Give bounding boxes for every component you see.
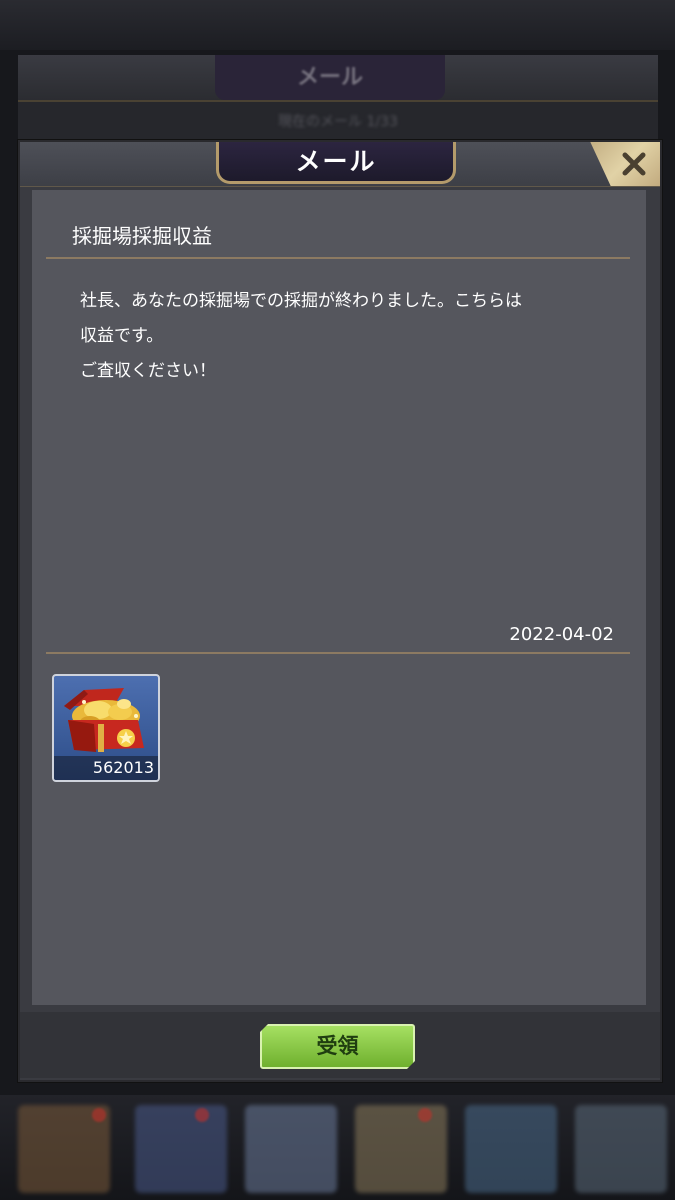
mail-dialog-header: メール [20,142,660,187]
dialog-title: メール [295,147,377,176]
attachment-count: 562013 [54,756,158,780]
receive-button-label: 受領 [316,1034,359,1058]
attachment-item[interactable]: 562013 [52,674,160,782]
background-nav-tile [245,1105,337,1193]
mail-date: 2022-04-02 [509,624,614,645]
mail-body-line: ご査収ください！ [80,361,216,381]
mail-subject: 採掘場採掘収益 [72,224,212,248]
receive-button[interactable]: 受領 [260,1024,415,1069]
background-nav-tile [135,1105,227,1193]
mail-body: 社長、あなたの採掘場での採掘が終わりました。こちらは 収益です。 ご査収ください… [80,284,620,389]
close-x-icon [622,152,646,176]
background-mail-count: 現在のメール 1/33 [18,102,658,142]
divider [46,257,630,259]
background-notification-dot [92,1108,106,1122]
background-top-bar [0,0,675,50]
background-notification-dot [418,1108,432,1122]
background-notification-dot [195,1108,209,1122]
mail-content-panel: 採掘場採掘収益 社長、あなたの採掘場での採掘が終わりました。こちらは 収益です。… [32,190,646,1005]
background-nav-tile [355,1105,447,1193]
close-button[interactable] [590,142,660,186]
background-nav-tile [575,1105,667,1193]
mail-dialog: メール 採掘場採掘収益 社長、あなたの採掘場での採掘が終わりました。こちらは 収… [18,140,662,1082]
mail-body-line: 収益です。 [80,326,164,346]
divider [46,652,630,654]
mail-body-line: 社長、あなたの採掘場での採掘が終わりました。こちらは [80,291,522,311]
background-header-title: メール [215,55,445,100]
dialog-footer: 受領 [20,1012,660,1078]
background-nav-tile [465,1105,557,1193]
dialog-title-tab: メール [216,142,456,184]
